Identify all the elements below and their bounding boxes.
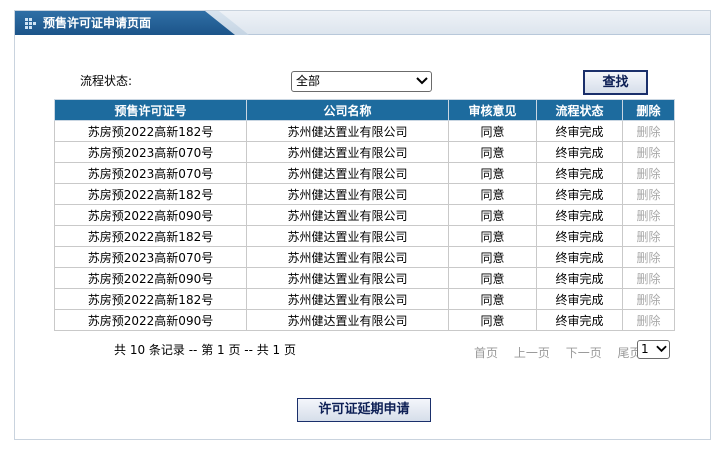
review-cell: 同意	[448, 267, 537, 289]
table-row[interactable]: 苏房预2022高新182号 苏州健达置业有限公司 同意 终审完成 删除	[54, 288, 675, 310]
status-cell: 终审完成	[536, 225, 623, 247]
delete-link[interactable]: 删除	[622, 246, 675, 268]
review-cell: 同意	[448, 141, 537, 163]
status-cell: 终审完成	[536, 309, 623, 331]
page-title: 预售许可证申请页面	[43, 16, 152, 30]
table-header-row: 预售许可证号 公司名称 审核意见 流程状态 删除	[54, 99, 675, 121]
dots-grid-icon	[25, 18, 36, 29]
table-row[interactable]: 苏房预2022高新090号 苏州健达置业有限公司 同意 终审完成 删除	[54, 204, 675, 226]
panel-header: 预售许可证申请页面	[15, 11, 710, 35]
review-cell: 同意	[448, 120, 537, 142]
first-page-link[interactable]: 首页	[474, 346, 498, 360]
delete-link[interactable]: 删除	[622, 288, 675, 310]
column-header-permit-no: 预售许可证号	[54, 99, 247, 121]
table-row[interactable]: 苏房预2023高新070号 苏州健达置业有限公司 同意 终审完成 删除	[54, 141, 675, 163]
status-select-value: 全部	[296, 74, 321, 88]
table-row[interactable]: 苏房预2022高新182号 苏州健达置业有限公司 同意 终审完成 删除	[54, 183, 675, 205]
status-cell: 终审完成	[536, 288, 623, 310]
permit-no-cell: 苏房预2023高新070号	[54, 246, 247, 268]
company-cell: 苏州健达置业有限公司	[246, 183, 449, 205]
company-cell: 苏州健达置业有限公司	[246, 162, 449, 184]
pagination: 首页 上一页 下一页 尾页	[474, 344, 654, 361]
table-row[interactable]: 苏房预2022高新090号 苏州健达置业有限公司 同意 终审完成 删除	[54, 267, 675, 289]
table-row[interactable]: 苏房预2022高新182号 苏州健达置业有限公司 同意 终审完成 删除	[54, 225, 675, 247]
permit-no-cell: 苏房预2022高新182号	[54, 120, 247, 142]
prev-page-link[interactable]: 上一页	[514, 346, 550, 360]
delete-link[interactable]: 删除	[622, 162, 675, 184]
delete-link[interactable]: 删除	[622, 183, 675, 205]
extend-permit-button[interactable]: 许可证延期申请	[297, 398, 431, 422]
review-cell: 同意	[448, 204, 537, 226]
review-cell: 同意	[448, 288, 537, 310]
status-cell: 终审完成	[536, 141, 623, 163]
permit-no-cell: 苏房预2023高新070号	[54, 162, 247, 184]
delete-link[interactable]: 删除	[622, 267, 675, 289]
record-summary: 共 10 条记录 -- 第 1 页 -- 共 1 页	[114, 343, 297, 357]
table-row[interactable]: 苏房预2023高新070号 苏州健达置业有限公司 同意 终审完成 删除	[54, 246, 675, 268]
company-cell: 苏州健达置业有限公司	[246, 246, 449, 268]
search-button[interactable]: 查找	[583, 70, 648, 95]
chevron-down-icon	[416, 77, 428, 85]
company-cell: 苏州健达置业有限公司	[246, 309, 449, 331]
table-row[interactable]: 苏房预2023高新070号 苏州健达置业有限公司 同意 终审完成 删除	[54, 162, 675, 184]
status-cell: 终审完成	[536, 267, 623, 289]
status-cell: 终审完成	[536, 246, 623, 268]
permit-no-cell: 苏房预2022高新182号	[54, 225, 247, 247]
delete-link[interactable]: 删除	[622, 141, 675, 163]
company-cell: 苏州健达置业有限公司	[246, 288, 449, 310]
status-cell: 终审完成	[536, 204, 623, 226]
status-cell: 终审完成	[536, 162, 623, 184]
delete-link[interactable]: 删除	[622, 204, 675, 226]
company-cell: 苏州健达置业有限公司	[246, 141, 449, 163]
review-cell: 同意	[448, 246, 537, 268]
permit-no-cell: 苏房预2022高新182号	[54, 183, 247, 205]
status-select[interactable]: 全部	[291, 71, 432, 92]
permit-no-cell: 苏房预2022高新090号	[54, 309, 247, 331]
review-cell: 同意	[448, 162, 537, 184]
page-select[interactable]: 1	[637, 340, 670, 359]
review-cell: 同意	[448, 309, 537, 331]
table-row[interactable]: 苏房预2022高新090号 苏州健达置业有限公司 同意 终审完成 删除	[54, 309, 675, 331]
next-page-link[interactable]: 下一页	[566, 346, 602, 360]
status-cell: 终审完成	[536, 120, 623, 142]
chevron-down-icon	[656, 345, 667, 353]
table-row[interactable]: 苏房预2022高新182号 苏州健达置业有限公司 同意 终审完成 删除	[54, 120, 675, 142]
column-header-company: 公司名称	[246, 99, 449, 121]
review-cell: 同意	[448, 225, 537, 247]
column-header-status: 流程状态	[536, 99, 623, 121]
column-header-review: 审核意见	[448, 99, 537, 121]
column-header-delete: 删除	[622, 99, 675, 121]
company-cell: 苏州健达置业有限公司	[246, 120, 449, 142]
permit-no-cell: 苏房预2023高新070号	[54, 141, 247, 163]
delete-link[interactable]: 删除	[622, 225, 675, 247]
review-cell: 同意	[448, 183, 537, 205]
company-cell: 苏州健达置业有限公司	[246, 204, 449, 226]
company-cell: 苏州健达置业有限公司	[246, 267, 449, 289]
page-select-value: 1	[641, 342, 649, 356]
delete-link[interactable]: 删除	[622, 120, 675, 142]
status-filter-label: 流程状态:	[80, 74, 133, 88]
permit-table: 预售许可证号 公司名称 审核意见 流程状态 删除 苏房预2022高新182号 苏州…	[54, 99, 675, 331]
status-cell: 终审完成	[536, 183, 623, 205]
permit-no-cell: 苏房预2022高新090号	[54, 204, 247, 226]
company-cell: 苏州健达置业有限公司	[246, 225, 449, 247]
permit-no-cell: 苏房预2022高新182号	[54, 288, 247, 310]
permit-no-cell: 苏房预2022高新090号	[54, 267, 247, 289]
delete-link[interactable]: 删除	[622, 309, 675, 331]
